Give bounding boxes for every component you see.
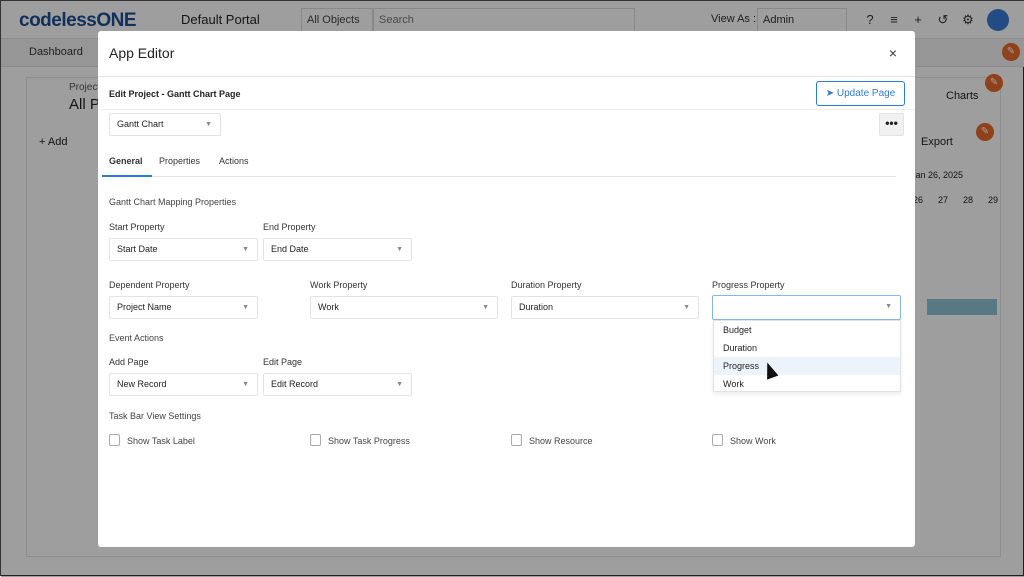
chevron-down-icon: ▼ xyxy=(396,246,403,253)
work-property-select[interactable]: Work ▼ xyxy=(310,296,498,319)
chevron-down-icon: ▼ xyxy=(683,304,690,311)
chevron-down-icon: ▼ xyxy=(242,304,249,311)
duration-property-select[interactable]: Duration ▼ xyxy=(511,296,699,319)
divider xyxy=(98,109,915,110)
show-task-progress-checkbox[interactable] xyxy=(310,434,321,446)
modal-title: App Editor xyxy=(109,45,175,61)
show-resource-checkbox[interactable] xyxy=(511,434,522,446)
duration-property-label: Duration Property xyxy=(511,280,582,290)
dependent-property-label: Dependent Property xyxy=(109,280,190,290)
add-page-label: Add Page xyxy=(109,357,149,367)
task-bar-settings-title: Task Bar View Settings xyxy=(109,411,201,421)
start-property-select[interactable]: Start Date ▼ xyxy=(109,238,258,261)
tab-general[interactable]: General xyxy=(109,156,143,166)
show-task-label-checkbox[interactable] xyxy=(109,434,120,446)
start-property-label: Start Property xyxy=(109,222,165,232)
progress-dropdown-menu: Budget Duration Progress Work xyxy=(713,320,901,392)
dependent-property-select[interactable]: Project Name ▼ xyxy=(109,296,258,319)
dropdown-option-duration[interactable]: Duration xyxy=(714,339,900,357)
update-page-button[interactable]: ➤ Update Page xyxy=(816,81,905,106)
chevron-down-icon: ▼ xyxy=(885,303,892,310)
tab-actions[interactable]: Actions xyxy=(219,156,249,166)
dropdown-option-progress[interactable]: Progress xyxy=(714,357,900,375)
checkbox-label: Show Work xyxy=(730,436,776,446)
select-value: Duration xyxy=(519,302,554,312)
chevron-down-icon: ▼ xyxy=(396,381,403,388)
close-icon[interactable]: × xyxy=(889,45,897,61)
end-property-label: End Property xyxy=(263,222,316,232)
breadcrumb: Edit Project - Gantt Chart Page xyxy=(109,89,241,99)
dropdown-option-budget[interactable]: Budget xyxy=(714,321,900,339)
app-editor-modal: App Editor × Edit Project - Gantt Chart … xyxy=(98,31,915,547)
active-tab-indicator xyxy=(102,175,152,177)
more-options-button[interactable]: ••• xyxy=(879,113,904,136)
select-value: Project Name xyxy=(117,302,172,312)
tab-properties[interactable]: Properties xyxy=(159,156,200,166)
dropdown-option-work[interactable]: Work xyxy=(714,375,900,393)
chevron-down-icon: ▼ xyxy=(242,381,249,388)
tab-divider xyxy=(102,176,896,177)
show-work-checkbox[interactable] xyxy=(712,434,723,446)
chevron-down-icon: ▼ xyxy=(205,121,212,128)
work-property-label: Work Property xyxy=(310,280,368,290)
select-value: End Date xyxy=(271,244,309,254)
checkbox-label: Show Resource xyxy=(529,436,593,446)
edit-page-label: Edit Page xyxy=(263,357,303,367)
select-value: Edit Record xyxy=(271,379,319,389)
chevron-down-icon: ▼ xyxy=(482,304,489,311)
select-value: New Record xyxy=(117,379,167,389)
page-select-value: Gantt Chart xyxy=(117,119,164,129)
end-property-select[interactable]: End Date ▼ xyxy=(263,238,412,261)
rocket-icon: ➤ xyxy=(825,88,837,99)
page-select[interactable]: Gantt Chart ▼ xyxy=(109,113,221,136)
select-value: Start Date xyxy=(117,244,158,254)
edit-page-select[interactable]: Edit Record ▼ xyxy=(263,373,412,396)
checkbox-label: Show Task Progress xyxy=(328,436,410,446)
checkbox-label: Show Task Label xyxy=(127,436,195,446)
modal-header: App Editor × xyxy=(98,31,915,77)
event-actions-title: Event Actions xyxy=(109,333,164,343)
progress-property-label: Progress Property xyxy=(712,280,785,290)
progress-property-select[interactable]: ▼ xyxy=(712,295,901,320)
update-page-label: Update Page xyxy=(836,88,896,99)
mapping-section-title: Gantt Chart Mapping Properties xyxy=(109,197,237,207)
add-page-select[interactable]: New Record ▼ xyxy=(109,373,258,396)
chevron-down-icon: ▼ xyxy=(242,246,249,253)
select-value: Work xyxy=(318,302,339,312)
